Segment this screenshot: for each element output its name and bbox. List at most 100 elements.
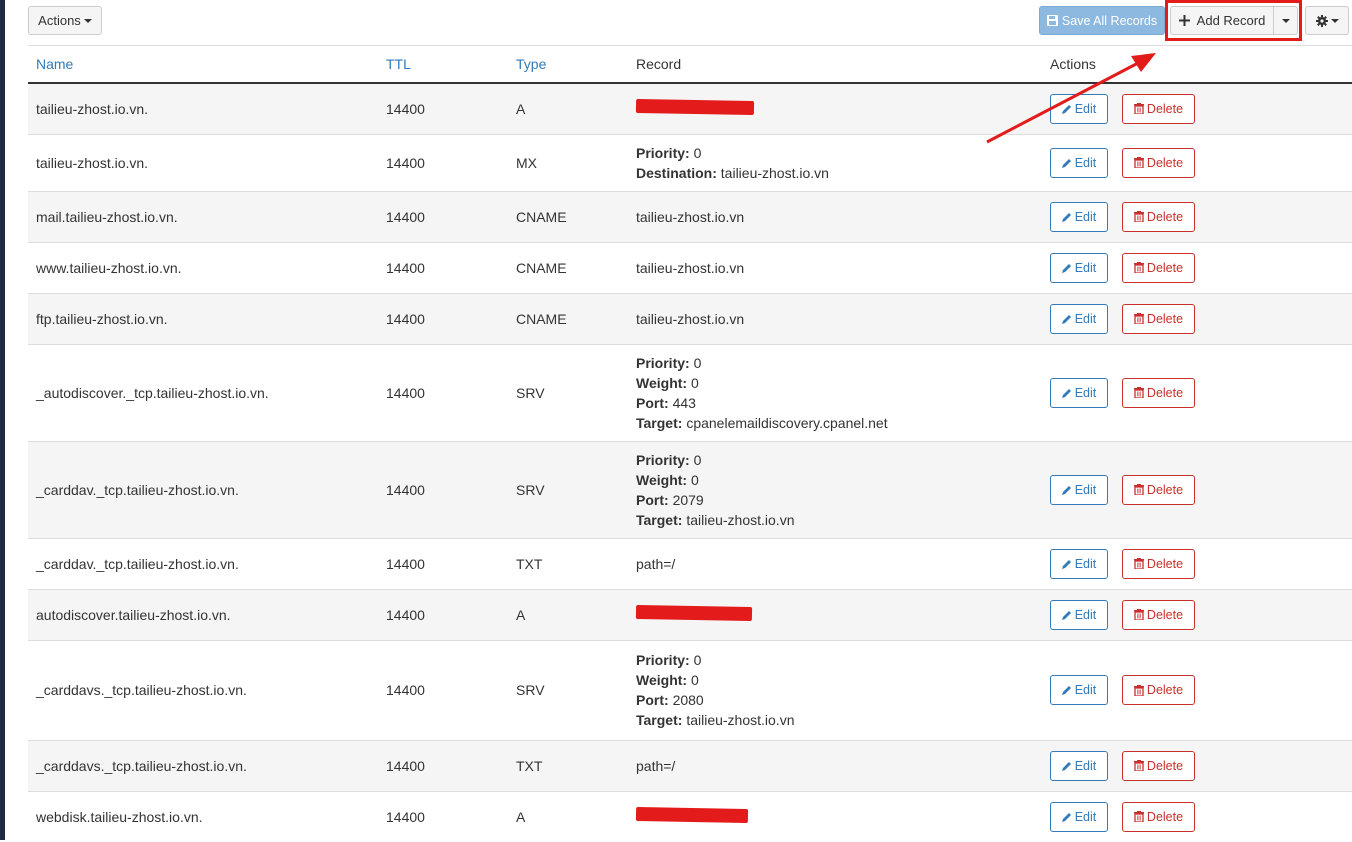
- edit-label: Edit: [1074, 607, 1097, 622]
- record-type-cell: TXT: [508, 537, 628, 589]
- table-row: webdisk.tailieu-zhost.io.vn. 14400 A Edit De…: [28, 790, 1352, 842]
- record-actions: Edit Delete: [1050, 303, 1344, 334]
- table-header-row: Name TTL Type Record Actions: [28, 45, 1352, 84]
- delete-record-button[interactable]: Delete: [1122, 801, 1195, 832]
- record-value-cell: [628, 82, 1042, 134]
- edit-record-button[interactable]: Edit: [1050, 201, 1108, 232]
- redaction-mark: [635, 99, 755, 116]
- dns-records-table: Name TTL Type Record Actions tailieu-zho…: [28, 45, 1352, 842]
- delete-record-button[interactable]: Delete: [1122, 474, 1195, 505]
- record-actions-cell: Edit Delete: [1042, 440, 1352, 538]
- record-ttl-cell: 14400: [378, 343, 508, 441]
- record-value-cell: Priority: 0 Destination: tailieu-zhost.io…: [628, 133, 1042, 191]
- record-name-cell: _carddav._tcp.tailieu-zhost.io.vn.: [28, 537, 378, 589]
- record-type-cell: A: [508, 790, 628, 842]
- column-header-name[interactable]: Name: [28, 45, 378, 84]
- record-name-cell: _carddav._tcp.tailieu-zhost.io.vn.: [28, 440, 378, 538]
- record-field-label: Priority:: [636, 451, 690, 468]
- edit-label: Edit: [1074, 101, 1097, 116]
- record-value-cell: Priority: 0 Weight: 0 Port: 443 Target: cpa…: [628, 343, 1042, 441]
- record-actions: Edit Delete: [1050, 750, 1344, 781]
- edit-record-button[interactable]: Edit: [1050, 548, 1108, 579]
- record-field-value: 443: [672, 394, 696, 411]
- record-ttl-cell: 14400: [378, 440, 508, 538]
- edit-record-button[interactable]: Edit: [1050, 675, 1108, 705]
- delete-label: Delete: [1146, 809, 1184, 824]
- record-name-cell: tailieu-zhost.io.vn.: [28, 133, 378, 191]
- edit-record-button[interactable]: Edit: [1050, 93, 1108, 124]
- record-value-cell: Priority: 0 Weight: 0 Port: 2079 Target: ta…: [628, 440, 1042, 538]
- record-value-cell: tailieu-zhost.io.vn: [628, 241, 1042, 293]
- delete-record-button[interactable]: Delete: [1122, 675, 1195, 705]
- settings-dropdown-button[interactable]: [1305, 6, 1349, 35]
- table-row: autodiscover.tailieu-zhost.io.vn. 14400 A E…: [28, 588, 1352, 640]
- delete-label: Delete: [1146, 556, 1184, 571]
- record-type-cell: CNAME: [508, 190, 628, 242]
- edit-record-button[interactable]: Edit: [1050, 750, 1108, 781]
- edit-record-button[interactable]: Edit: [1050, 377, 1108, 408]
- record-actions-cell: Edit Delete: [1042, 639, 1352, 740]
- record-ttl-cell: 14400: [378, 190, 508, 242]
- floppy-disk-icon: [1046, 15, 1058, 26]
- edit-label: Edit: [1074, 209, 1097, 224]
- record-actions-cell: Edit Delete: [1042, 190, 1352, 242]
- record-field-label: Port:: [636, 394, 669, 411]
- record-actions: Edit Delete: [1050, 147, 1344, 178]
- delete-record-button[interactable]: Delete: [1122, 252, 1195, 283]
- edit-label: Edit: [1074, 311, 1097, 326]
- column-header-ttl[interactable]: TTL: [378, 45, 508, 84]
- trash-icon: [1133, 558, 1144, 569]
- delete-label: Delete: [1146, 209, 1184, 224]
- delete-record-button[interactable]: Delete: [1122, 147, 1195, 178]
- record-actions-cell: Edit Delete: [1042, 292, 1352, 344]
- delete-record-button[interactable]: Delete: [1122, 599, 1195, 630]
- caret-down-icon: [83, 18, 92, 23]
- table-row: _autodiscover._tcp.tailieu-zhost.io.vn. 1…: [28, 343, 1352, 441]
- record-value-cell: [628, 588, 1042, 640]
- record-name-cell: _carddavs._tcp.tailieu-zhost.io.vn.: [28, 739, 378, 791]
- record-field: Target: cpanelemaildiscovery.cpanel.net: [636, 413, 1034, 433]
- record-field-label: Port:: [636, 692, 669, 708]
- delete-record-button[interactable]: Delete: [1122, 93, 1195, 124]
- pencil-icon: [1061, 686, 1071, 695]
- record-value-cell: tailieu-zhost.io.vn: [628, 292, 1042, 344]
- delete-record-button[interactable]: Delete: [1122, 201, 1195, 232]
- record-actions-cell: Edit Delete: [1042, 739, 1352, 791]
- delete-label: Delete: [1146, 155, 1184, 170]
- delete-record-button[interactable]: Delete: [1122, 548, 1195, 579]
- delete-record-button[interactable]: Delete: [1122, 750, 1195, 781]
- record-value-cell: [628, 790, 1042, 842]
- edit-label: Edit: [1074, 155, 1097, 170]
- table-row: _carddav._tcp.tailieu-zhost.io.vn. 14400 T…: [28, 537, 1352, 589]
- delete-label: Delete: [1146, 607, 1184, 622]
- record-actions-cell: Edit Delete: [1042, 241, 1352, 293]
- record-field: Port: 2080: [636, 690, 1034, 710]
- record-actions: Edit Delete: [1050, 474, 1344, 505]
- save-all-records-button[interactable]: Save All Records: [1039, 6, 1165, 35]
- record-field-label: Target:: [636, 712, 683, 728]
- edit-record-button[interactable]: Edit: [1050, 303, 1108, 334]
- record-name-cell: webdisk.tailieu-zhost.io.vn.: [28, 790, 378, 842]
- column-header-type[interactable]: Type: [508, 45, 628, 84]
- save-all-records-label: Save All Records: [1061, 13, 1158, 28]
- record-actions: Edit Delete: [1050, 201, 1344, 232]
- delete-record-button[interactable]: Delete: [1122, 303, 1195, 334]
- record-actions: Edit Delete: [1050, 377, 1344, 408]
- edit-record-button[interactable]: Edit: [1050, 474, 1108, 505]
- record-actions-cell: Edit Delete: [1042, 343, 1352, 441]
- edit-record-button[interactable]: Edit: [1050, 252, 1108, 283]
- edit-record-button[interactable]: Edit: [1050, 147, 1108, 178]
- actions-dropdown-button[interactable]: Actions: [28, 6, 102, 35]
- record-field: Weight: 0: [636, 470, 1034, 490]
- record-ttl-cell: 14400: [378, 82, 508, 134]
- column-header-actions: Actions: [1042, 45, 1352, 84]
- record-field-label: Port:: [636, 491, 669, 508]
- record-field-value: tailieu-zhost.io.vn: [686, 511, 795, 528]
- edit-record-button[interactable]: Edit: [1050, 801, 1108, 832]
- delete-label: Delete: [1146, 260, 1184, 275]
- record-field: Destination: tailieu-zhost.io.vn: [636, 163, 1034, 183]
- record-type-cell: A: [508, 588, 628, 640]
- record-field-value: 0: [690, 374, 699, 391]
- delete-record-button[interactable]: Delete: [1122, 377, 1195, 408]
- edit-record-button[interactable]: Edit: [1050, 599, 1108, 630]
